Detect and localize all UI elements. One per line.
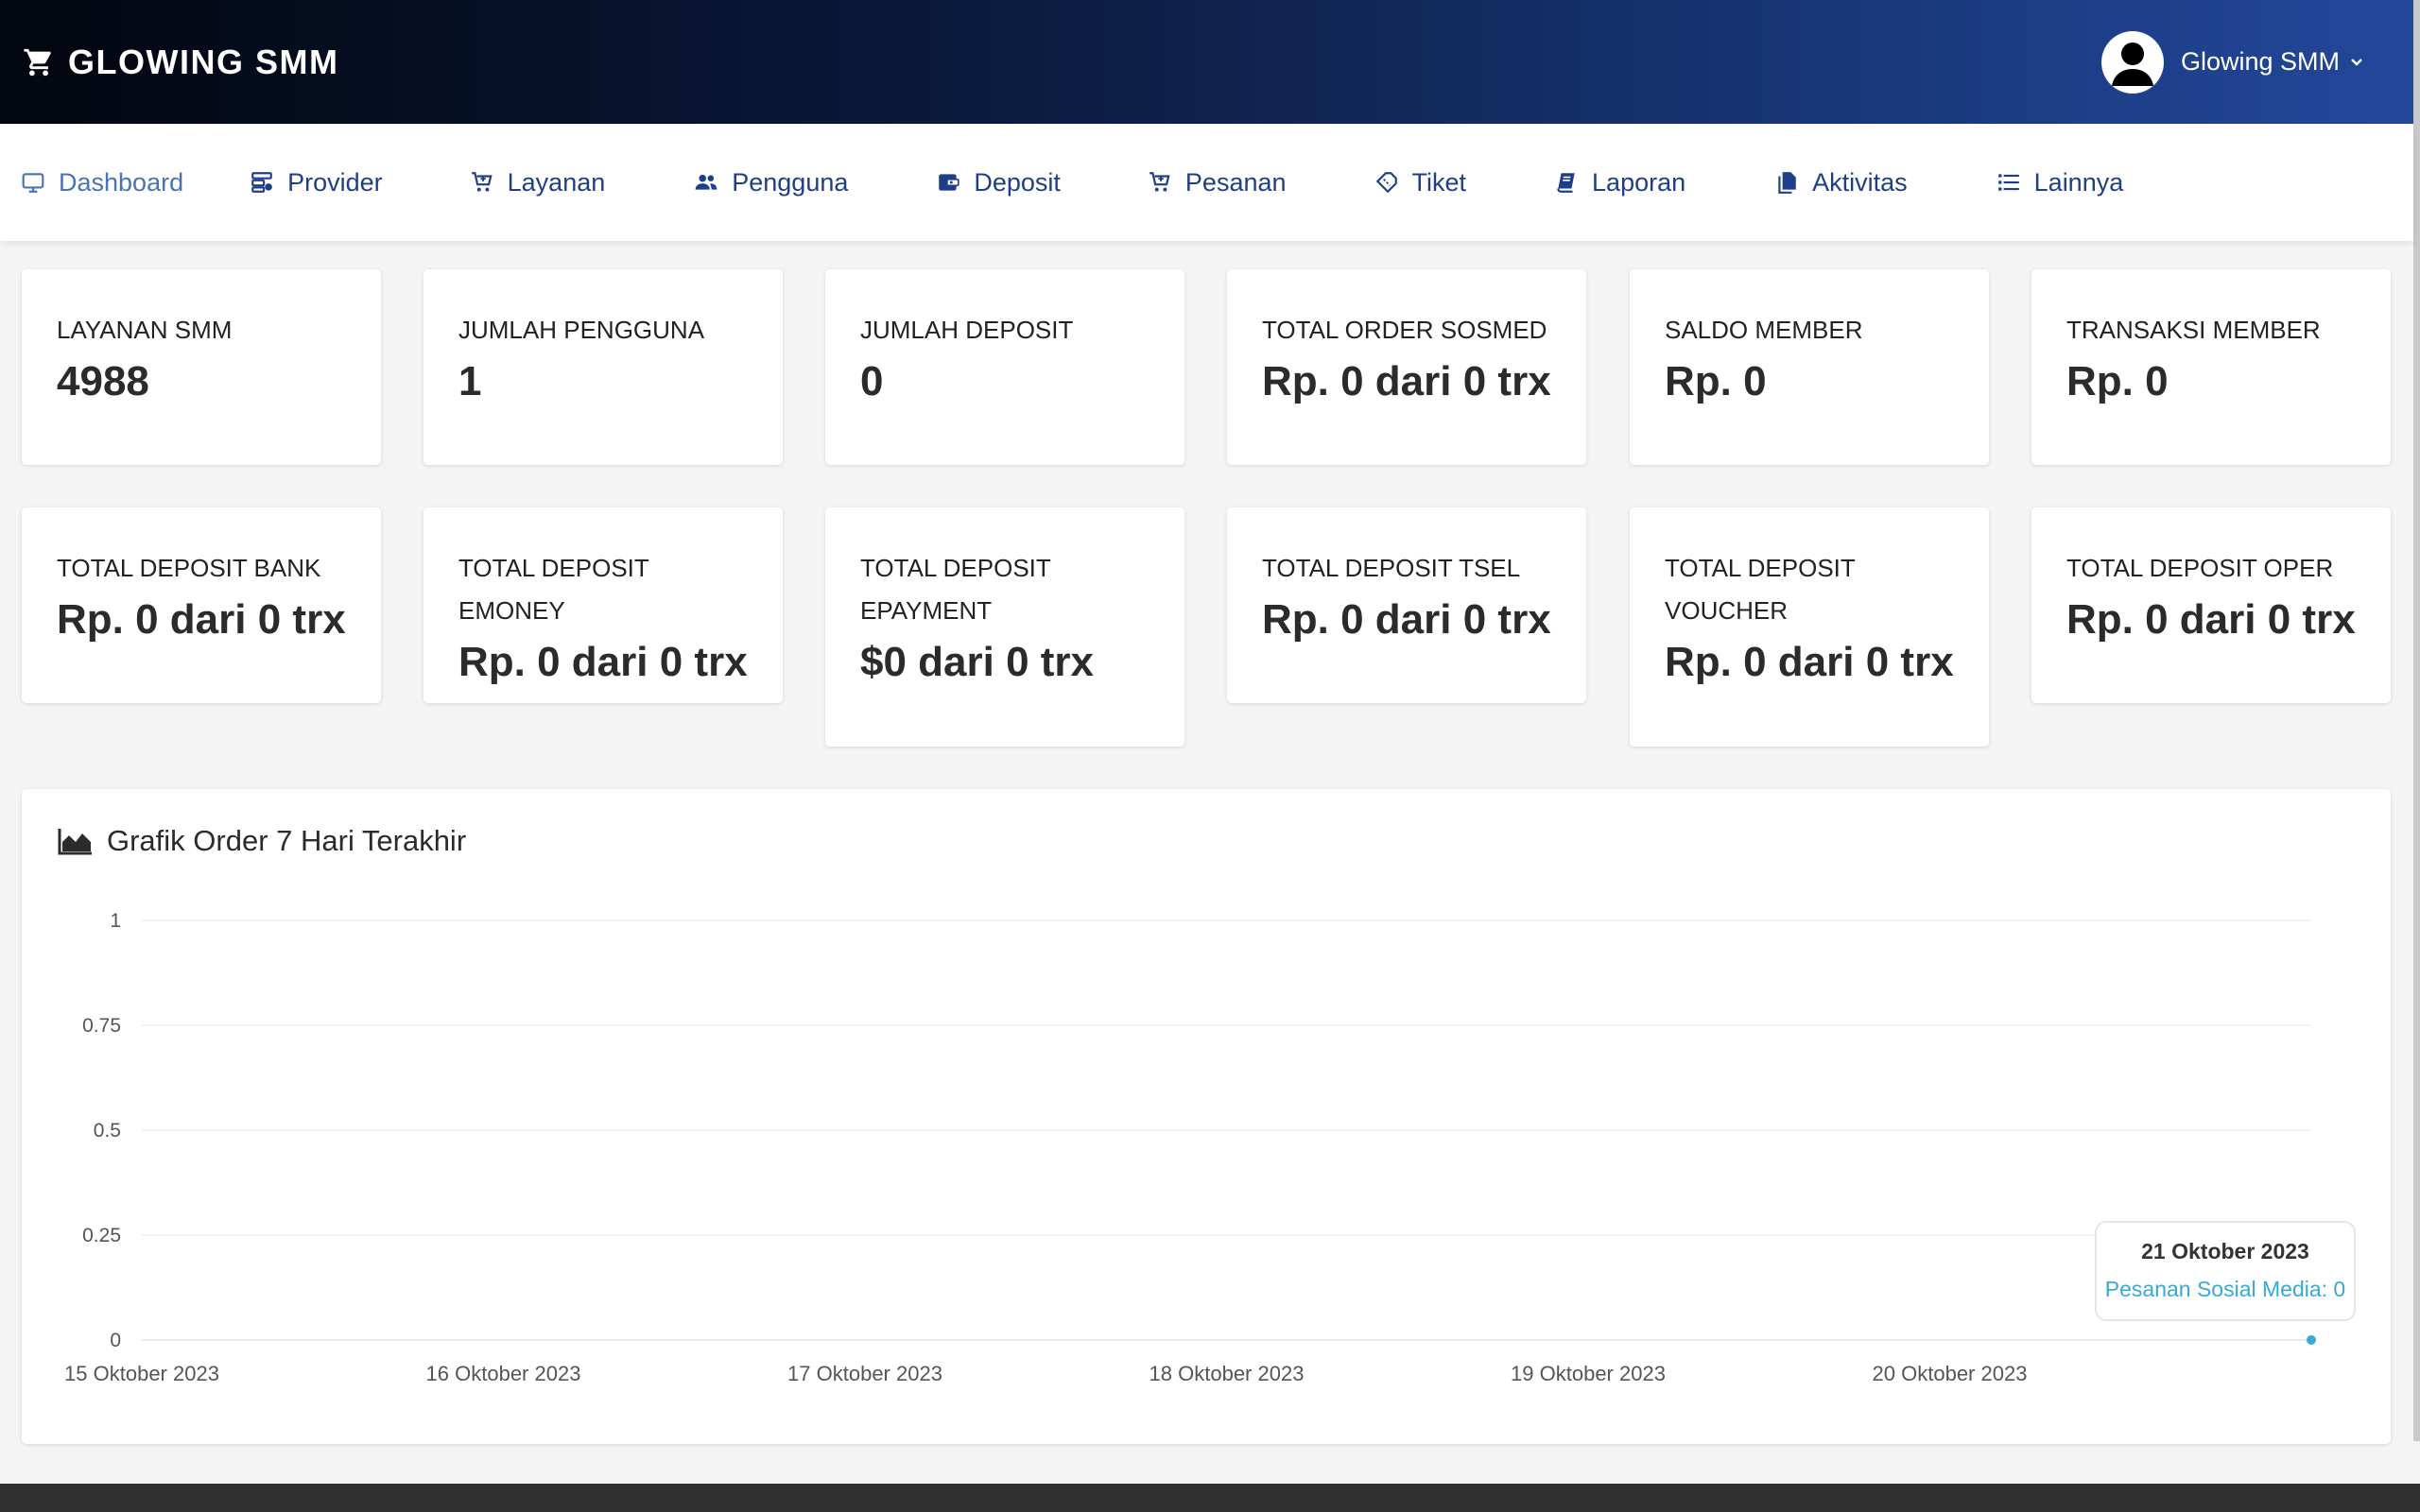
monitor-icon bbox=[22, 173, 44, 193]
nav-laporan[interactable]: Laporan bbox=[1554, 168, 1685, 198]
brand[interactable]: GLOWING SMM bbox=[23, 43, 338, 82]
nav-label: Deposit bbox=[974, 167, 1061, 197]
tooltip-date: 21 Oktober 2023 bbox=[2141, 1239, 2309, 1263]
stat-card-jumlah-pengguna: JUMLAH PENGGUNA 1 bbox=[424, 269, 783, 465]
stat-value: $0 dari 0 trx bbox=[860, 639, 1095, 685]
stat-card-deposit-oper: TOTAL DEPOSIT OPER Rp. 0 dari 0 trx bbox=[2031, 507, 2391, 703]
user-icon bbox=[2111, 42, 2153, 86]
stat-value: Rp. 0 dari 0 trx bbox=[1262, 596, 1551, 643]
stat-label: TRANSAKSI MEMBER bbox=[2066, 316, 2321, 344]
stat-card-jumlah-deposit: JUMLAH DEPOSIT 0 bbox=[825, 269, 1184, 465]
stat-card-deposit-emoney: TOTAL DEPOSIT EMONEY Rp. 0 dari 0 trx bbox=[424, 507, 783, 703]
stat-value: Rp. 0 dari 0 trx bbox=[1262, 358, 1551, 404]
stat-label: TOTAL DEPOSIT TSEL bbox=[1262, 554, 1521, 582]
ticket-icon bbox=[1375, 172, 1397, 194]
stat-value: 0 bbox=[860, 358, 884, 404]
stat-card-transaksi-member: TRANSAKSI MEMBER Rp. 0 bbox=[2031, 269, 2391, 465]
wallet-icon bbox=[939, 174, 960, 191]
stat-label: TOTAL ORDER SOSMED bbox=[1262, 316, 1547, 344]
avatar[interactable] bbox=[2100, 30, 2164, 94]
nav-deposit[interactable]: Deposit bbox=[936, 168, 1061, 198]
chart-panel: Grafik Order 7 Hari Terakhir bbox=[22, 789, 2391, 1444]
stat-value: 4988 bbox=[57, 358, 149, 404]
stat-label: TOTAL DEPOSIT BANK bbox=[57, 554, 321, 582]
stat-value: Rp. 0 dari 0 trx bbox=[2066, 596, 2356, 643]
footer bbox=[0, 1484, 2420, 1512]
stat-card-total-order-sosmed: TOTAL ORDER SOSMED Rp. 0 dari 0 trx bbox=[1227, 269, 1586, 465]
scrollbar[interactable] bbox=[2413, 0, 2420, 1441]
stat-value: Rp. 0 dari 0 trx bbox=[1665, 639, 1954, 685]
nav-lainnya[interactable]: Lainnya bbox=[1996, 167, 2124, 198]
users-icon bbox=[695, 174, 717, 190]
nav-pesanan[interactable]: Pesanan bbox=[1148, 168, 1287, 198]
stat-label: TOTAL DEPOSIT EPAYMENT bbox=[860, 554, 1051, 625]
user-menu[interactable]: Glowing SMM bbox=[2100, 30, 2364, 94]
chart-tooltip: 21 Oktober 2023 Pesanan Sosial Media: 0 bbox=[2095, 1221, 2356, 1321]
area-chart-icon bbox=[58, 829, 92, 855]
stat-label: TOTAL DEPOSIT EMONEY bbox=[458, 554, 649, 625]
stat-value: Rp. 0 dari 0 trx bbox=[458, 639, 748, 685]
tooltip-value: Pesanan Sosial Media: 0 bbox=[2104, 1277, 2346, 1301]
stat-value: 1 bbox=[458, 358, 482, 404]
stat-label: TOTAL DEPOSIT OPER bbox=[2066, 554, 2334, 582]
scrollbar-thumb[interactable] bbox=[2413, 0, 2420, 1441]
nav-dashboard[interactable]: Dashboard bbox=[21, 168, 183, 198]
nav-aktivitas[interactable]: Aktivitas bbox=[1774, 168, 1908, 198]
nav-tiket[interactable]: Tiket bbox=[1374, 167, 1467, 198]
stat-card-deposit-tsel: TOTAL DEPOSIT TSEL Rp. 0 dari 0 trx bbox=[1227, 507, 1586, 703]
stat-value: Rp. 0 bbox=[1665, 358, 1767, 404]
brand-name: GLOWING SMM bbox=[68, 42, 339, 81]
chart-title-text: Grafik Order 7 Hari Terakhir bbox=[107, 824, 467, 857]
nav-pengguna[interactable]: Pengguna bbox=[694, 168, 848, 198]
nav-label: Provider bbox=[287, 167, 383, 197]
user-name: Glowing SMM bbox=[2180, 47, 2340, 76]
nav-label: Pesanan bbox=[1184, 167, 1287, 197]
nav-label: Tiket bbox=[1411, 167, 1467, 197]
stat-card-layanan-smm: LAYANAN SMM 4988 bbox=[22, 269, 381, 465]
stat-label: SALDO MEMBER bbox=[1665, 316, 1863, 344]
stat-card-deposit-voucher: TOTAL DEPOSIT VOUCHER Rp. 0 dari 0 trx bbox=[1630, 507, 1989, 747]
server-icon bbox=[251, 172, 272, 193]
stat-label: TOTAL DEPOSIT VOUCHER bbox=[1665, 554, 1856, 625]
cart-icon bbox=[471, 172, 493, 192]
nav-label: Pengguna bbox=[732, 167, 849, 197]
stat-card-saldo-member: SALDO MEMBER Rp. 0 bbox=[1630, 269, 1989, 465]
stat-card-deposit-bank: TOTAL DEPOSIT BANK Rp. 0 dari 0 trx bbox=[22, 507, 381, 703]
stat-label: JUMLAH PENGGUNA bbox=[458, 316, 705, 344]
stat-value: Rp. 0 dari 0 trx bbox=[57, 596, 346, 643]
main-nav: Dashboard Provider Layanan Pengguna Depo… bbox=[0, 124, 2413, 241]
list-icon bbox=[1997, 174, 2019, 191]
nav-label: Dashboard bbox=[59, 167, 184, 197]
nav-label: Laporan bbox=[1592, 167, 1686, 197]
book-icon bbox=[1557, 173, 1575, 193]
stat-label: LAYANAN SMM bbox=[57, 316, 233, 344]
stat-value: Rp. 0 bbox=[2066, 358, 2169, 404]
nav-label: Layanan bbox=[507, 167, 606, 197]
nav-label: Lainnya bbox=[2033, 167, 2124, 197]
cart-icon bbox=[1150, 172, 1170, 192]
stat-card-deposit-epayment: TOTAL DEPOSIT EPAYMENT $0 dari 0 trx bbox=[825, 507, 1184, 747]
nav-layanan[interactable]: Layanan bbox=[470, 167, 606, 198]
files-icon bbox=[1778, 172, 1796, 194]
chevron-down-icon bbox=[2351, 58, 2362, 66]
chart-title: Grafik Order 7 Hari Terakhir bbox=[58, 824, 466, 858]
nav-provider[interactable]: Provider bbox=[250, 168, 383, 198]
nav-label: Aktivitas bbox=[1812, 167, 1908, 197]
cart-icon bbox=[24, 48, 51, 76]
top-header: GLOWING SMM Glowing SMM bbox=[0, 0, 2413, 124]
stat-label: JUMLAH DEPOSIT bbox=[860, 316, 1074, 344]
